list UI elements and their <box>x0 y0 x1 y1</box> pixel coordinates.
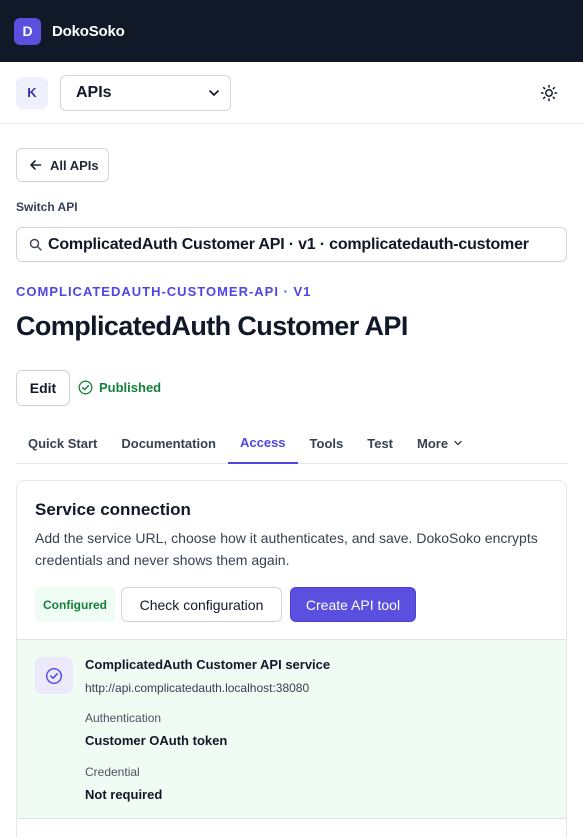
credential-value: Not required <box>85 787 163 802</box>
check-configuration-button[interactable]: Check configuration <box>121 587 282 622</box>
switch-api-input[interactable]: ComplicatedAuth Customer API · v1 · comp… <box>16 227 567 262</box>
tab-documentation[interactable]: Documentation <box>109 422 228 464</box>
service-icon <box>35 657 73 694</box>
page-title: ComplicatedAuth Customer API <box>16 311 408 341</box>
theme-toggle-button[interactable] <box>539 83 559 103</box>
section-select[interactable]: APIs <box>60 74 231 111</box>
app-logo[interactable]: D <box>14 17 41 45</box>
tab-more[interactable]: More <box>405 422 475 464</box>
top-bar: D DokoSoko <box>0 0 583 62</box>
chevron-down-icon <box>454 440 462 446</box>
tab-test[interactable]: Test <box>355 422 405 464</box>
service-name: ComplicatedAuth Customer API service <box>85 657 331 672</box>
check-circle-icon <box>78 380 93 395</box>
create-api-tool-button[interactable]: Create API tool <box>290 587 416 622</box>
tab-tools[interactable]: Tools <box>298 422 356 464</box>
service-url: http://api.complicatedauth.localhost:380… <box>85 681 310 695</box>
api-slug: COMPLICATEDAUTH-CUSTOMER-API · V1 <box>16 284 312 299</box>
authentication-label: Authentication <box>85 711 162 725</box>
service-connection-card: Service connection Add the service URL, … <box>16 480 567 838</box>
credential-label: Credential <box>85 765 140 779</box>
workspace-bar: K APIs <box>0 62 583 124</box>
sun-icon <box>540 84 558 102</box>
service-summary: ComplicatedAuth Customer API service htt… <box>17 639 566 819</box>
tab-access[interactable]: Access <box>227 422 298 464</box>
card-title: Service connection <box>35 500 191 519</box>
all-apis-button[interactable]: All APIs <box>16 148 109 182</box>
arrow-left-icon <box>30 160 42 170</box>
tab-more-label: More <box>417 435 449 451</box>
chevron-down-icon <box>209 89 219 96</box>
search-icon <box>29 238 42 251</box>
switch-api-label: Switch API <box>16 200 78 214</box>
edit-button[interactable]: Edit <box>16 370 70 406</box>
section-select-value: APIs <box>76 83 112 101</box>
status-text: Published <box>99 380 162 395</box>
authentication-value: Customer OAuth token <box>85 733 228 748</box>
switch-api-value: ComplicatedAuth Customer API · v1 · comp… <box>48 235 529 253</box>
app-name[interactable]: DokoSoko <box>52 23 125 40</box>
status-badge: Published <box>78 380 161 395</box>
all-apis-label: All APIs <box>50 157 99 173</box>
workspace-avatar[interactable]: K <box>16 76 48 109</box>
tab-bar: Quick Start Documentation Access Tools T… <box>16 422 567 464</box>
card-description: Add the service URL, choose how it authe… <box>35 530 538 568</box>
configured-badge: Configured <box>35 587 115 622</box>
tab-quick-start[interactable]: Quick Start <box>16 422 109 464</box>
check-circle-icon <box>45 667 63 684</box>
